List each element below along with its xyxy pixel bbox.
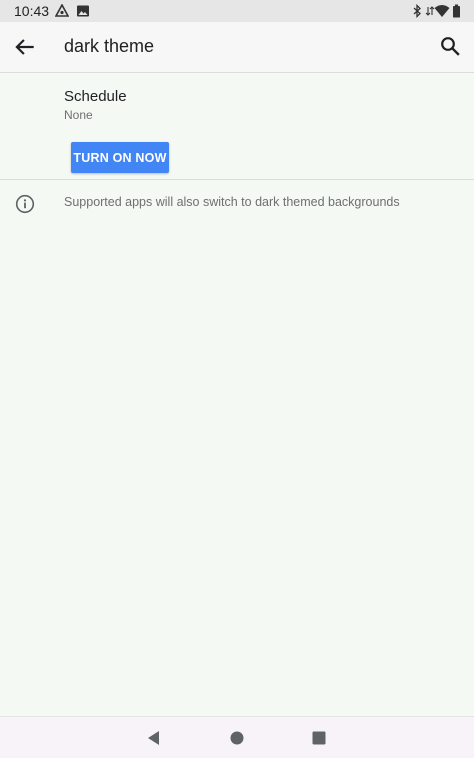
status-time: 10:43: [14, 3, 50, 19]
schedule-title: Schedule: [64, 88, 127, 105]
image-icon: [77, 5, 89, 17]
page-title: dark theme: [64, 36, 155, 56]
info-icon: [15, 194, 35, 214]
wifi-icon: [434, 5, 450, 17]
info-text: Supported apps will also switch to dark …: [64, 195, 400, 209]
app-bar: dark theme: [0, 22, 474, 73]
arrow-back-icon[interactable]: [12, 34, 38, 60]
screen: 10:43 dark theme Schedule None TURN ON N…: [0, 0, 474, 758]
schedule-setting[interactable]: Schedule None: [0, 72, 474, 132]
back-triangle-icon[interactable]: [145, 729, 163, 747]
status-bar: 10:43: [0, 0, 474, 22]
home-circle-icon[interactable]: [228, 729, 246, 747]
bluetooth-icon: [413, 4, 421, 18]
navigation-bar: [0, 716, 474, 758]
recents-square-icon[interactable]: [310, 729, 328, 747]
battery-icon: [453, 4, 460, 18]
schedule-value: None: [64, 108, 93, 122]
search-icon[interactable]: [438, 34, 462, 58]
turn-on-now-button[interactable]: TURN ON NOW: [71, 142, 169, 173]
divider: [0, 179, 474, 180]
assistant-icon: [55, 4, 69, 17]
